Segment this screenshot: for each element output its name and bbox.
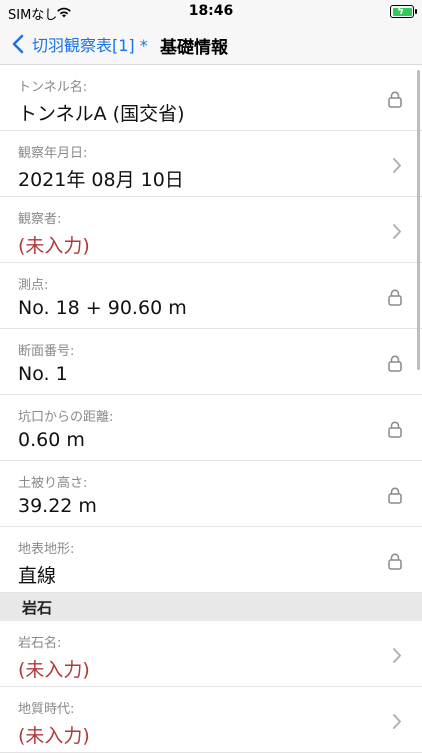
back-button[interactable]: 切羽観察表[1] *: [10, 32, 148, 56]
row-value: No. 18 + 90.60 m: [18, 297, 187, 319]
page-title: 基礎情報: [160, 38, 228, 58]
lock-icon: [388, 355, 402, 376]
row-value: (未入力): [18, 659, 90, 681]
list-row[interactable]: 観察者: (未入力): [0, 197, 422, 263]
row-label: 観察者:: [18, 212, 62, 227]
list-row[interactable]: 坑口からの距離: 0.60 m: [0, 395, 422, 461]
scrollbar[interactable]: [417, 70, 420, 370]
list-row[interactable]: トンネル名: トンネルA (国交省): [0, 65, 422, 131]
row-value: (未入力): [18, 235, 90, 257]
chevron-right-icon: [392, 647, 402, 668]
list-row[interactable]: 岩石名: (未入力): [0, 621, 422, 687]
row-label: 岩石名:: [18, 636, 62, 651]
status-bar: SIMなし 18:46 ϟ: [0, 0, 422, 24]
row-label: 地質時代:: [18, 702, 75, 717]
lock-icon: [388, 289, 402, 310]
back-button-label: 切羽観察表[1] *: [32, 36, 148, 55]
section-title: 岩石: [22, 598, 53, 617]
row-label: 地表地形:: [18, 542, 75, 557]
row-value: No. 1: [18, 363, 68, 385]
lock-icon: [388, 553, 402, 574]
chevron-right-icon: [392, 157, 402, 178]
row-label: 測点:: [18, 278, 49, 293]
chevron-left-icon: [12, 34, 24, 54]
status-time: 18:46: [188, 3, 234, 19]
chevron-right-icon: [392, 223, 402, 244]
row-value: 39.22 m: [18, 495, 97, 517]
row-label: トンネル名:: [18, 80, 88, 95]
row-value: 0.60 m: [18, 429, 85, 451]
row-value: トンネルA (国交省): [18, 103, 185, 125]
row-label: 観察年月日:: [18, 146, 88, 161]
lock-icon: [388, 487, 402, 508]
section-header-rock: 岩石: [0, 593, 422, 621]
row-value: 直線: [18, 565, 57, 587]
list-row[interactable]: 土被り高さ: 39.22 m: [0, 461, 422, 527]
list-row[interactable]: 観察年月日: 2021年 08月 10日: [0, 131, 422, 197]
info-list: トンネル名: トンネルA (国交省) 観察年月日: 2021年 08月 10日観察者:…: [0, 65, 422, 753]
list-row[interactable]: 断面番号: No. 1: [0, 329, 422, 395]
battery-cap: [415, 9, 417, 14]
row-label: 断面番号:: [18, 344, 75, 359]
list-row[interactable]: 地表地形: 直線: [0, 527, 422, 593]
navigation-bar: 切羽観察表[1] * 基礎情報: [0, 24, 422, 65]
chevron-right-icon: [392, 713, 402, 734]
row-value: 2021年 08月 10日: [18, 169, 184, 191]
lock-icon: [388, 421, 402, 442]
list-row[interactable]: 地質時代: (未入力): [0, 687, 422, 753]
battery-icon: ϟ: [390, 4, 414, 18]
list-row[interactable]: 測点: No. 18 + 90.60 m: [0, 263, 422, 329]
lock-icon: [388, 91, 402, 112]
row-label: 坑口からの距離:: [18, 410, 114, 425]
row-value: (未入力): [18, 725, 90, 747]
row-label: 土被り高さ:: [18, 476, 88, 491]
